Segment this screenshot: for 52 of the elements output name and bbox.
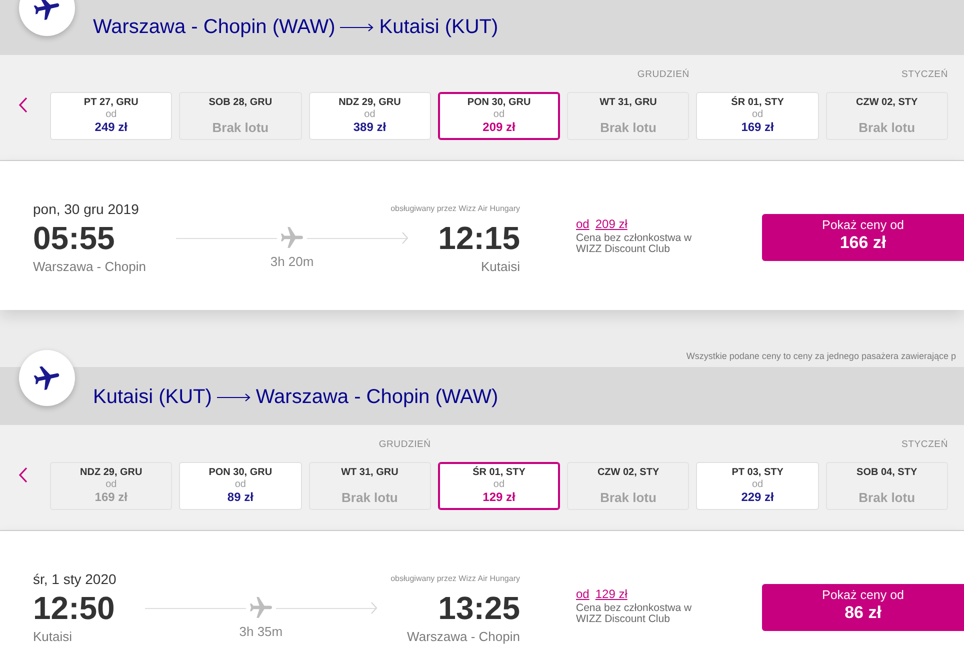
operator-note: obsługiwany przez Wizz Air Hungary: [390, 204, 520, 214]
flight-date: pon, 30 gru 2019: [33, 200, 139, 218]
date-card[interactable]: CZW 02, STY Brak lotu: [567, 462, 690, 510]
flight-duration: 3h 20m: [270, 254, 314, 270]
from-link[interactable]: od: [576, 587, 590, 601]
long-arrow-icon: [340, 22, 374, 32]
departure-airport: Kutaisi: [33, 629, 72, 645]
date-card[interactable]: SOB 28, GRU Brak lotu: [179, 92, 302, 140]
show-prices-button[interactable]: Pokaż ceny od 166 zł: [762, 214, 964, 261]
departure-time: 05:55: [33, 220, 115, 256]
price-note: Cena bez członkostwa w WIZZ Discount Club: [576, 233, 693, 255]
date-card[interactable]: PON 30, GRU od 209 zł: [438, 92, 560, 140]
price-note: Cena bez członkostwa w WIZZ Discount Club: [576, 603, 693, 625]
month-label: STYCZEŃ: [902, 439, 948, 451]
arrival-airport: Warszawa - Chopin: [407, 629, 520, 645]
flight-date: śr, 1 sty 2020: [33, 570, 116, 588]
date-card[interactable]: WT 31, GRU Brak lotu: [308, 462, 431, 510]
chevron-left-icon[interactable]: [18, 467, 28, 483]
plane-icon: [250, 597, 272, 619]
long-arrow-icon: [216, 392, 251, 402]
plane-icon: [281, 227, 304, 249]
departure-time: 12:50: [33, 590, 115, 626]
show-prices-button[interactable]: Pokaż ceny od 86 zł: [762, 584, 964, 631]
date-card[interactable]: CZW 02, STY Brak lotu: [826, 92, 948, 140]
flight-duration: 3h 35m: [239, 624, 283, 640]
month-label: GRUDZIEŃ: [378, 439, 431, 451]
date-card[interactable]: NDZ 29, GRU od 169 zł: [50, 462, 172, 510]
arrival-time: 13:25: [438, 590, 520, 626]
date-card[interactable]: PT 27, GRU od 249 zł: [50, 92, 172, 140]
airplane-icon: [19, 350, 75, 406]
month-label: STYCZEŃ: [902, 69, 948, 81]
month-label: GRUDZIEŃ: [637, 69, 690, 81]
chevron-left-icon[interactable]: [18, 97, 28, 113]
price-notice: Wszystkie podane ceny to ceny za jednego pasażera zawierające p: [686, 350, 956, 362]
date-card[interactable]: PON 30, GRU od 89 zł: [179, 462, 302, 510]
date-card[interactable]: NDZ 29, GRU od 389 zł: [308, 92, 431, 140]
destination-airport: Warszawa - Chopin (WAW): [256, 386, 498, 408]
origin-airport: Warszawa - Chopin (WAW): [93, 16, 336, 38]
operator-note: obsługiwany przez Wizz Air Hungary: [390, 574, 520, 584]
destination-airport: Kutaisi (KUT): [379, 16, 498, 38]
date-card[interactable]: SOB 04, STY Brak lotu: [826, 462, 948, 510]
date-card[interactable]: WT 31, GRU Brak lotu: [567, 92, 690, 140]
regular-price-link[interactable]: 209 zł: [595, 217, 628, 231]
arrival-time: 12:15: [438, 220, 520, 256]
date-card[interactable]: PT 03, STY od 229 zł: [696, 462, 819, 510]
origin-airport: Kutaisi (KUT): [93, 386, 212, 408]
date-card[interactable]: ŚR 01, STY od 169 zł: [696, 92, 819, 140]
departure-airport: Warszawa - Chopin: [33, 259, 146, 275]
date-card[interactable]: ŚR 01, STY od 129 zł: [438, 462, 560, 510]
from-link[interactable]: od: [576, 217, 590, 231]
arrival-airport: Kutaisi: [480, 259, 520, 275]
regular-price-link[interactable]: 129 zł: [595, 587, 628, 601]
